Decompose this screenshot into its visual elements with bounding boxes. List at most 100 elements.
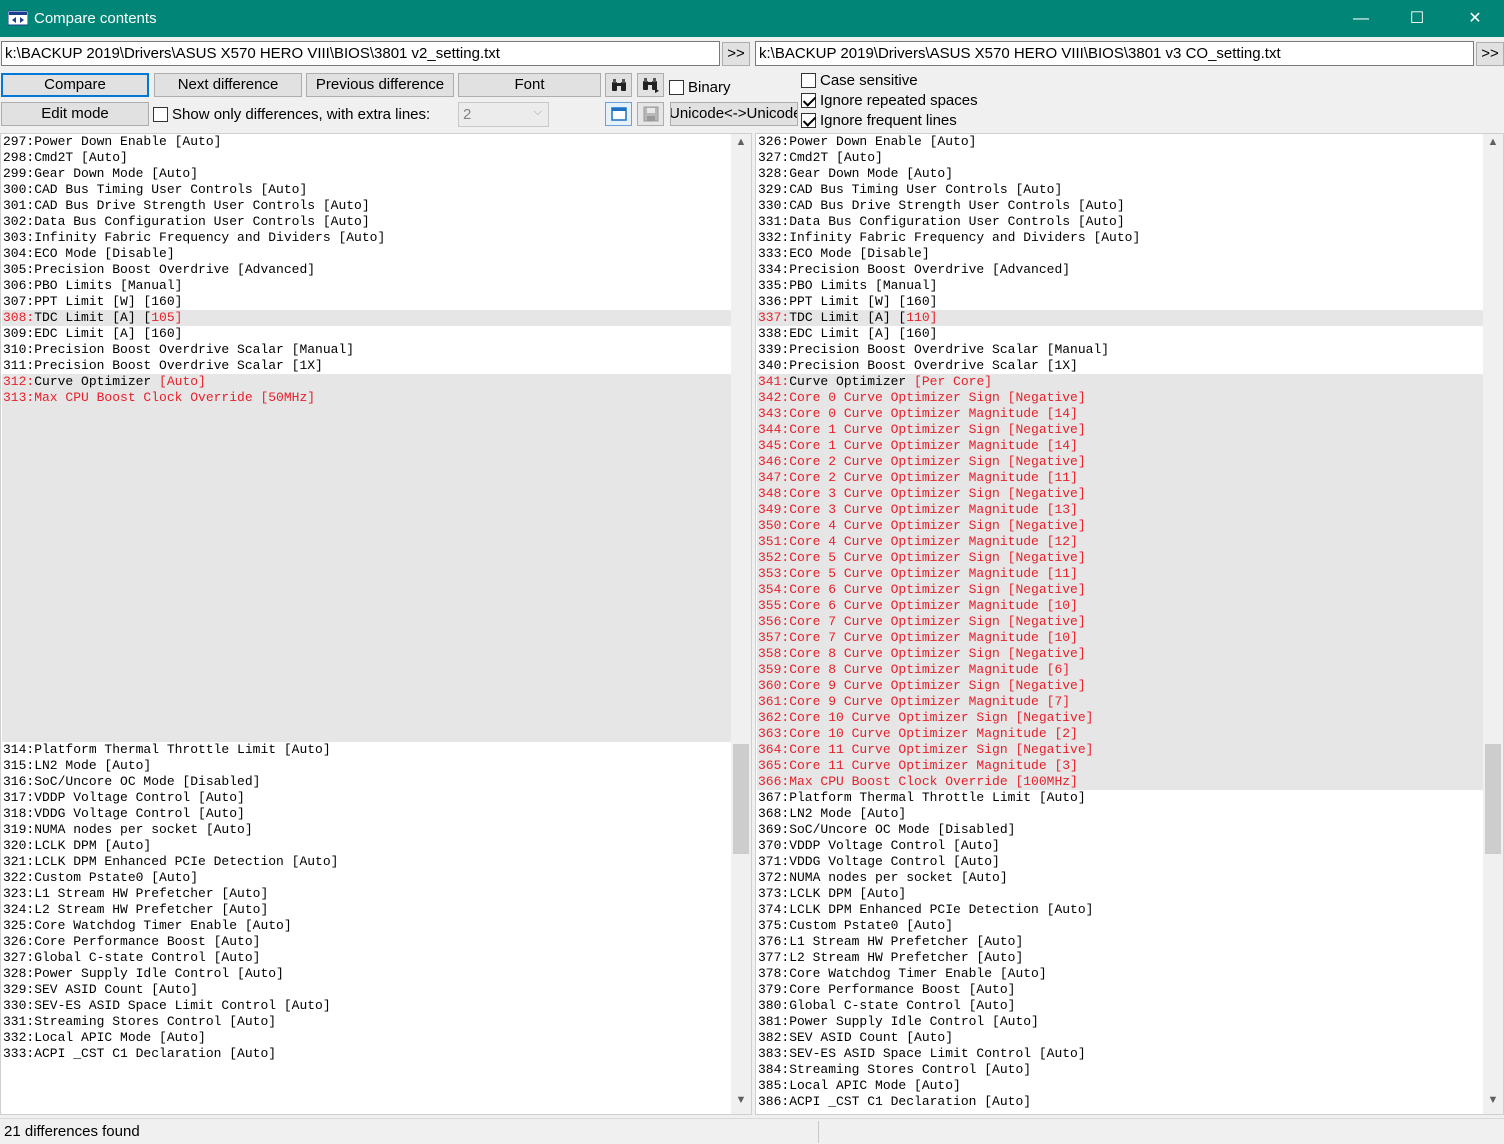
text-line[interactable]: 385:Local APIC Mode [Auto] [757,1078,1483,1094]
text-line[interactable]: 326:Core Performance Boost [Auto] [2,934,731,950]
text-line[interactable]: 350:Core 4 Curve Optimizer Sign [Negativ… [757,518,1483,534]
unicode-button[interactable]: Unicode<->Unicode [670,102,798,126]
filler-line[interactable] [2,566,731,582]
scroll-up-icon[interactable]: ▲ [1483,136,1503,154]
text-line[interactable]: 379:Core Performance Boost [Auto] [757,982,1483,998]
right-text-pane[interactable]: 326:Power Down Enable [Auto] 327:Cmd2T [A… [755,133,1504,1115]
text-line[interactable]: 353:Core 5 Curve Optimizer Magnitude [11… [757,566,1483,582]
text-line[interactable]: 357:Core 7 Curve Optimizer Magnitude [10… [757,630,1483,646]
left-text-pane[interactable]: 297:Power Down Enable [Auto] 298:Cmd2T [A… [0,133,752,1115]
text-line[interactable]: 370:VDDP Voltage Control [Auto] [757,838,1483,854]
text-line[interactable]: 318:VDDG Voltage Control [Auto] [2,806,731,822]
compare-button[interactable]: Compare [1,73,149,97]
text-line[interactable]: 384:Streaming Stores Control [Auto] [757,1062,1483,1078]
text-line[interactable]: 358:Core 8 Curve Optimizer Sign [Negativ… [757,646,1483,662]
text-line[interactable]: 381:Power Supply Idle Control [Auto] [757,1014,1483,1030]
text-line[interactable]: 331:Streaming Stores Control [Auto] [2,1014,731,1030]
text-line[interactable]: 308:TDC Limit [A] [105] [2,310,731,326]
text-line[interactable]: 372:NUMA nodes per socket [Auto] [757,870,1483,886]
text-line[interactable]: 330:CAD Bus Drive Strength User Controls… [757,198,1483,214]
text-line[interactable]: 366:Max CPU Boost Clock Override [100MHz… [757,774,1483,790]
text-line[interactable]: 345:Core 1 Curve Optimizer Magnitude [14… [757,438,1483,454]
text-line[interactable]: 347:Core 2 Curve Optimizer Magnitude [11… [757,470,1483,486]
text-line[interactable]: 359:Core 8 Curve Optimizer Magnitude [6] [757,662,1483,678]
text-line[interactable]: 344:Core 1 Curve Optimizer Sign [Negativ… [757,422,1483,438]
binary-checkbox-box[interactable] [669,80,684,95]
text-line[interactable]: 333:ECO Mode [Disable] [757,246,1483,262]
filler-line[interactable] [2,406,731,422]
filler-line[interactable] [2,470,731,486]
text-line[interactable]: 311:Precision Boost Overdrive Scalar [1X… [2,358,731,374]
text-line[interactable]: 343:Core 0 Curve Optimizer Magnitude [14… [757,406,1483,422]
maximize-button[interactable]: ☐ [1388,0,1446,37]
text-line[interactable]: 363:Core 10 Curve Optimizer Magnitude [2… [757,726,1483,742]
close-button[interactable]: ✕ [1446,0,1504,37]
filler-line[interactable] [2,662,731,678]
text-line[interactable]: 368:LN2 Mode [Auto] [757,806,1483,822]
scroll-down-icon[interactable]: ▼ [731,1094,751,1112]
next-difference-button[interactable]: Next difference [154,73,302,97]
filler-line[interactable] [2,518,731,534]
scroll-up-icon[interactable]: ▲ [731,136,751,154]
filler-line[interactable] [2,502,731,518]
text-line[interactable]: 360:Core 9 Curve Optimizer Sign [Negativ… [757,678,1483,694]
previous-difference-button[interactable]: Previous difference [306,73,454,97]
save-button[interactable] [637,102,664,126]
filler-line[interactable] [2,422,731,438]
text-line[interactable]: 382:SEV ASID Count [Auto] [757,1030,1483,1046]
text-line[interactable]: 373:LCLK DPM [Auto] [757,886,1483,902]
text-line[interactable]: 371:VDDG Voltage Control [Auto] [757,854,1483,870]
text-line[interactable]: 315:LN2 Mode [Auto] [2,758,731,774]
text-line[interactable]: 325:Core Watchdog Timer Enable [Auto] [2,918,731,934]
text-line[interactable]: 304:ECO Mode [Disable] [2,246,731,262]
scroll-down-icon[interactable]: ▼ [1483,1094,1503,1112]
show-only-differences-box[interactable] [153,107,168,122]
text-line[interactable]: 339:Precision Boost Overdrive Scalar [Ma… [757,342,1483,358]
text-line[interactable]: 301:CAD Bus Drive Strength User Controls… [2,198,731,214]
text-line[interactable]: 314:Platform Thermal Throttle Limit [Aut… [2,742,731,758]
filler-line[interactable] [2,710,731,726]
left-scroll-thumb[interactable] [733,744,749,854]
show-only-differences-checkbox[interactable]: Show only differences, with extra lines: [153,106,430,123]
text-line[interactable]: 383:SEV-ES ASID Space Limit Control [Aut… [757,1046,1483,1062]
find-next-button[interactable] [637,73,664,97]
text-line[interactable]: 317:VDDP Voltage Control [Auto] [2,790,731,806]
text-line[interactable]: 340:Precision Boost Overdrive Scalar [1X… [757,358,1483,374]
text-line[interactable]: 362:Core 10 Curve Optimizer Sign [Negati… [757,710,1483,726]
ignore-frequent-lines-checkbox[interactable]: Ignore frequent lines [801,112,957,129]
text-line[interactable]: 331:Data Bus Configuration User Controls… [757,214,1483,230]
text-line[interactable]: 300:CAD Bus Timing User Controls [Auto] [2,182,731,198]
text-line[interactable]: 351:Core 4 Curve Optimizer Magnitude [12… [757,534,1483,550]
find-button[interactable] [605,73,632,97]
case-sensitive-checkbox[interactable]: Case sensitive [801,72,918,89]
case-sensitive-box[interactable] [801,73,816,88]
text-line[interactable]: 336:PPT Limit [W] [160] [757,294,1483,310]
text-line[interactable]: 333:ACPI _CST C1 Declaration [Auto] [2,1046,731,1062]
text-line[interactable]: 377:L2 Stream HW Prefetcher [Auto] [757,950,1483,966]
extra-lines-select[interactable]: 2 ⌵ [458,102,549,127]
text-line[interactable]: 374:LCLK DPM Enhanced PCIe Detection [Au… [757,902,1483,918]
text-line[interactable]: 298:Cmd2T [Auto] [2,150,731,166]
filler-line[interactable] [2,726,731,742]
text-line[interactable]: 307:PPT Limit [W] [160] [2,294,731,310]
text-line[interactable]: 378:Core Watchdog Timer Enable [Auto] [757,966,1483,982]
text-line[interactable]: 305:Precision Boost Overdrive [Advanced] [2,262,731,278]
right-browse-button[interactable]: >> [1476,42,1504,66]
text-line[interactable]: 342:Core 0 Curve Optimizer Sign [Negativ… [757,390,1483,406]
text-line[interactable]: 326:Power Down Enable [Auto] [757,134,1483,150]
text-line[interactable]: 369:SoC/Uncore OC Mode [Disabled] [757,822,1483,838]
filler-line[interactable] [2,486,731,502]
text-line[interactable]: 375:Custom Pstate0 [Auto] [757,918,1483,934]
text-line[interactable]: 337:TDC Limit [A] [110] [757,310,1483,326]
text-line[interactable]: 349:Core 3 Curve Optimizer Magnitude [13… [757,502,1483,518]
filler-line[interactable] [2,630,731,646]
text-line[interactable]: 297:Power Down Enable [Auto] [2,134,731,150]
text-line[interactable]: 313:Max CPU Boost Clock Override [50MHz] [2,390,731,406]
left-browse-button[interactable]: >> [722,42,750,66]
text-line[interactable]: 329:SEV ASID Count [Auto] [2,982,731,998]
text-line[interactable]: 332:Local APIC Mode [Auto] [2,1030,731,1046]
filler-line[interactable] [2,550,731,566]
filler-line[interactable] [2,438,731,454]
filler-line[interactable] [2,678,731,694]
binary-checkbox[interactable]: Binary [669,79,731,96]
